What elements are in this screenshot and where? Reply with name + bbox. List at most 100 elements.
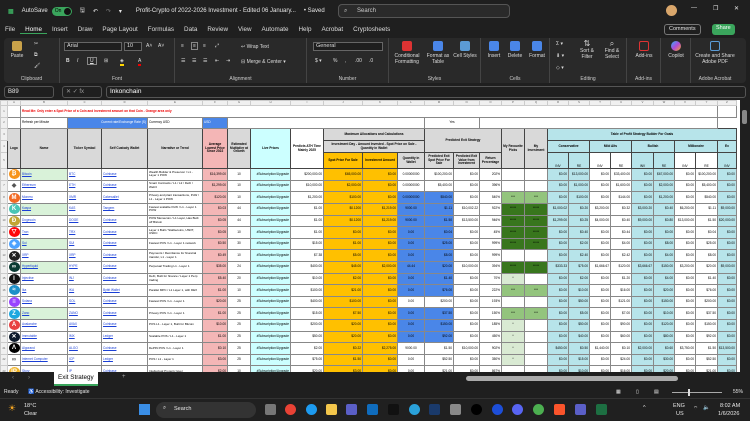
font-size-select[interactable]: 10 (124, 42, 142, 51)
align-left-icon[interactable]: ☰ (181, 58, 185, 64)
restore-icon[interactable]: ❐ (713, 5, 718, 12)
coin-name-link[interactable]: Ethereum (20, 179, 68, 193)
row-header[interactable]: 18 (0, 307, 8, 320)
investment-input[interactable]: $0.00 (362, 237, 398, 251)
align-right-icon[interactable]: ☰ (203, 58, 207, 64)
coin-name-link[interactable]: Ika (20, 284, 68, 297)
app-icon-2[interactable] (492, 404, 503, 415)
wallet-link[interactable]: Coinbase (101, 179, 148, 193)
spot-price-input[interactable]: $100.00 (323, 191, 363, 204)
avatar[interactable] (666, 5, 677, 16)
ath-cell[interactable]: $1,200.00 (290, 191, 324, 204)
page-layout-icon[interactable]: ▯ (636, 386, 639, 398)
investment-input[interactable]: $0.00 (362, 330, 398, 344)
tab-page-layout[interactable]: Page Layout (97, 26, 142, 33)
vertical-scrollbar[interactable] (740, 100, 750, 372)
clear-icon[interactable]: ◇ ▾ (556, 65, 564, 71)
coin-name-link[interactable]: Solana (20, 295, 68, 309)
ath-cell[interactable]: $400.00 (290, 260, 324, 274)
favourite-cell[interactable]: *** (501, 307, 525, 320)
format-as-table-button[interactable]: Format as Table (425, 41, 451, 65)
language[interactable]: ENG (673, 403, 685, 409)
file-explorer-icon[interactable] (326, 404, 337, 415)
favourite-cell[interactable]: *** (501, 191, 525, 204)
app-icon[interactable] (388, 404, 399, 415)
investment-input[interactable]: $1,219.00 (362, 202, 398, 216)
spot-price-input[interactable]: $20.00 (323, 318, 363, 332)
increase-indent-icon[interactable]: ⇥ (226, 58, 230, 64)
search-input[interactable]: ⌕ Search (338, 4, 510, 18)
coin-name-link[interactable]: Tron (20, 226, 68, 239)
ath-cell[interactable]: $1.00 (290, 226, 324, 239)
addins-button[interactable]: Add-ins (631, 41, 657, 59)
my-investment-cell[interactable]: ***** (524, 260, 548, 274)
minimize-icon[interactable]: — (691, 5, 697, 11)
row-header[interactable]: 2 (0, 116, 8, 130)
wallet-link[interactable]: Coinbase (101, 260, 148, 274)
spot-price-input[interactable]: $0.00 (323, 226, 363, 239)
favourite-cell[interactable] (501, 168, 525, 181)
investment-input[interactable]: $0.00 (362, 191, 398, 204)
favourite-cell[interactable]: ***** (501, 214, 525, 228)
ath-cell[interactable]: $10.00 (290, 272, 324, 286)
spot-price-input[interactable]: $2,000.00 (323, 179, 363, 193)
row-header[interactable]: 8 (0, 191, 8, 204)
coin-name-link[interactable]: Avalanche (20, 318, 68, 332)
tab-file[interactable]: File (0, 26, 20, 33)
row-header[interactable]: 10 (0, 214, 8, 228)
row-header[interactable]: 16 (0, 284, 8, 297)
autosave-toggle[interactable]: On (51, 6, 72, 16)
align-center-icon[interactable]: ☰ (192, 58, 196, 64)
sort-filter-button[interactable]: ⇅ Sort & Filter (576, 40, 598, 61)
copy-icon[interactable]: ⧉ (34, 52, 38, 58)
wifi-icon[interactable]: ⌔ (693, 405, 698, 412)
utorrent-icon[interactable] (533, 404, 544, 415)
scroll-thumb[interactable] (742, 110, 747, 124)
coin-name-link[interactable]: Injective (20, 272, 68, 286)
taskbar-search[interactable]: ⌕ Search (156, 402, 256, 418)
wallet-link[interactable]: Coinbase (101, 272, 148, 286)
tab-acrobat[interactable]: Acrobat (316, 26, 348, 33)
start-icon[interactable] (139, 404, 150, 415)
ath-cell[interactable]: $200.00 (290, 318, 324, 332)
redo-icon[interactable]: ↷ (106, 8, 111, 15)
comma-icon[interactable]: , (345, 58, 346, 64)
wallet-link[interactable]: Coinbase (101, 342, 148, 355)
coin-name-link[interactable]: Internet Computer (20, 353, 68, 367)
close-icon[interactable]: ✕ (734, 5, 739, 12)
ticker-link[interactable]: IMX (67, 330, 102, 344)
row-header[interactable]: 3 (0, 128, 8, 142)
my-investment-cell[interactable] (524, 342, 548, 355)
investment-input[interactable]: $0.00 (362, 284, 398, 297)
spot-price-input[interactable]: $0.1200 (323, 214, 363, 228)
next-sheet-icon[interactable]: › (28, 375, 30, 381)
ath-cell[interactable]: $200,000.00 (290, 168, 324, 181)
spot-price-input[interactable]: $2.00 (323, 272, 363, 286)
find-select-button[interactable]: ⌕ Find & Select (600, 40, 624, 61)
spreadsheet-grid[interactable]: A B C D E F G H I J K L M N O P Q R S T U V W X Y Z 1 Read Me: Only… (0, 100, 740, 372)
row-header[interactable]: 7 (0, 179, 8, 193)
cell-styles-button[interactable]: Cell Styles (453, 41, 477, 59)
create-pdf-button[interactable]: Create and Share Adobe PDF (693, 41, 737, 65)
ticker-link[interactable]: BTC (67, 168, 102, 181)
ath-cell[interactable]: $7.38 (290, 249, 324, 262)
investment-input[interactable]: $2,275.00 (362, 342, 398, 355)
ath-cell[interactable]: $400.00 (290, 295, 324, 309)
ath-cell[interactable]: $100.00 (290, 284, 324, 297)
my-investment-cell[interactable]: ***** (524, 226, 548, 239)
number-format-select[interactable]: General (313, 42, 383, 51)
investment-input[interactable]: $0.00 (362, 353, 398, 367)
ath-cell[interactable]: $15.00 (290, 237, 324, 251)
favourite-cell[interactable]: * (501, 342, 525, 355)
row-header[interactable]: 6 (0, 168, 8, 181)
tab-draw[interactable]: Draw (73, 26, 98, 33)
percent-icon[interactable]: % (333, 58, 337, 64)
wrap-text-button[interactable]: ↩ Wrap Text (241, 44, 269, 50)
favourite-cell[interactable] (501, 295, 525, 309)
fx-icon[interactable]: ✕ ✓ fx (62, 86, 102, 98)
ath-cell[interactable]: $1.00 (290, 202, 324, 216)
favourite-cell[interactable]: ***** (501, 260, 525, 274)
align-bottom-icon[interactable]: ≡ (203, 43, 206, 49)
tab-view[interactable]: View (233, 26, 257, 33)
ticker-link[interactable]: ICP (67, 353, 102, 367)
